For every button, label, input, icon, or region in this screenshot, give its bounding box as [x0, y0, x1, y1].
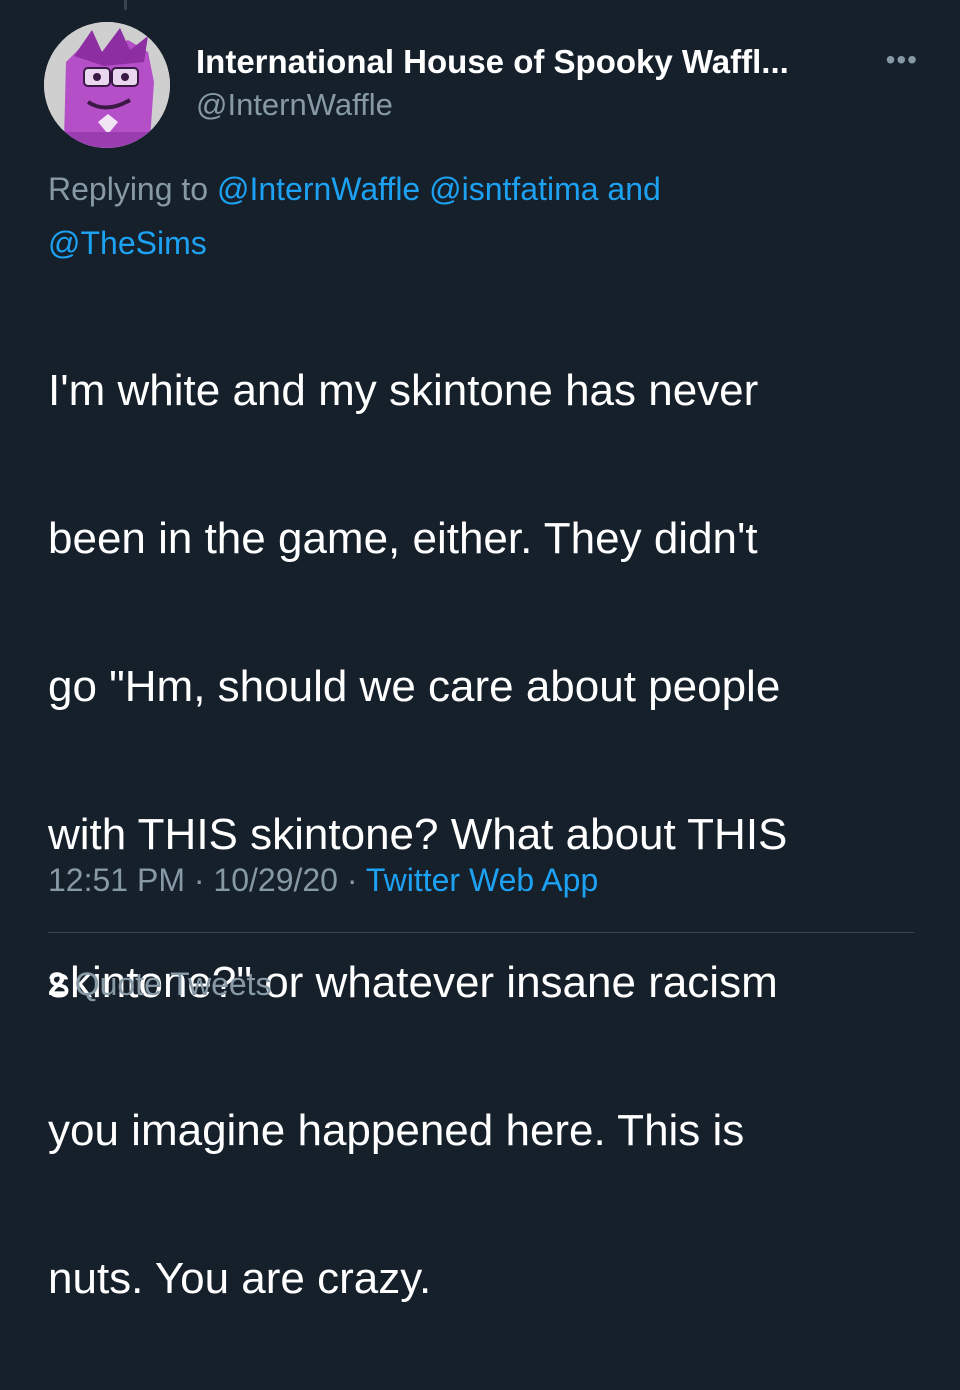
mention-joiner[interactable]: and	[607, 171, 660, 207]
quote-tweets-stat[interactable]: 2 Quote Tweets	[48, 960, 272, 1008]
account-handle[interactable]: @InternWaffle	[196, 84, 876, 126]
mention-link[interactable]: @InternWaffle	[217, 171, 420, 207]
account-names: International House of Spooky Waffl... @…	[196, 42, 876, 126]
divider	[48, 932, 914, 933]
tweet-source[interactable]: Twitter Web App	[366, 862, 598, 898]
tweet-line: nuts. You are crazy.	[48, 1254, 432, 1303]
tweet-line: I'm white and my skintone has never	[48, 366, 759, 415]
tweet-header: International House of Spooky Waffl... @…	[44, 20, 924, 150]
tweet-date[interactable]: 10/29/20	[213, 862, 338, 898]
thread-connector-line	[124, 0, 127, 10]
tweet-body: I'm white and my skintone has never been…	[48, 280, 928, 1390]
tweet-line: you imagine happened here. This is	[48, 1106, 745, 1155]
quote-label: Quote Tweets	[74, 966, 272, 1002]
tweet-time[interactable]: 12:51 PM	[48, 862, 185, 898]
more-icon[interactable]: •••	[886, 46, 918, 74]
meta-separator: ·	[193, 862, 205, 898]
tweet-meta: 12:51 PM · 10/29/20 · Twitter Web App	[48, 855, 598, 905]
avatar[interactable]	[44, 22, 170, 148]
reply-prefix: Replying to	[48, 171, 209, 207]
reply-context: Replying to @InternWaffle @isntfatima an…	[48, 162, 908, 270]
display-name[interactable]: International House of Spooky Waffl...	[196, 42, 876, 82]
avatar-image	[44, 22, 170, 148]
mention-link[interactable]: @isntfatima	[429, 171, 598, 207]
mention-link[interactable]: @TheSims	[48, 225, 207, 261]
quote-count: 2	[48, 966, 66, 1002]
tweet-line: go "Hm, should we care about people	[48, 662, 781, 711]
tweet-line: been in the game, either. They didn't	[48, 514, 758, 563]
meta-separator: ·	[346, 862, 358, 898]
